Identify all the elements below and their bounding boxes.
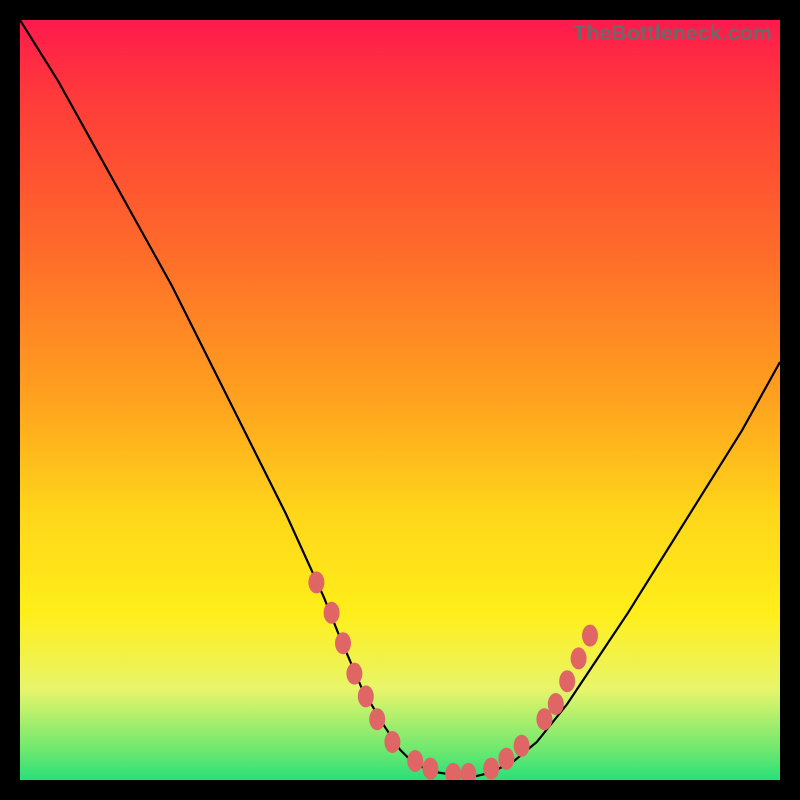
curve-marker	[559, 670, 575, 692]
curve-marker	[308, 571, 324, 593]
curve-marker	[548, 693, 564, 715]
curve-marker	[335, 632, 351, 654]
curve-marker	[571, 647, 587, 669]
curve-svg	[20, 20, 780, 780]
curve-marker	[369, 708, 385, 730]
curve-marker	[483, 758, 499, 780]
curve-marker	[422, 758, 438, 780]
curve-marker	[445, 763, 461, 780]
curve-marker	[358, 685, 374, 707]
plot-area: TheBottleneck.com	[20, 20, 780, 780]
curve-marker	[324, 602, 340, 624]
curve-marker	[498, 748, 514, 770]
curve-marker	[346, 663, 362, 685]
bottleneck-curve	[20, 20, 780, 776]
marker-group	[308, 571, 598, 780]
curve-marker	[407, 750, 423, 772]
curve-marker	[582, 625, 598, 647]
curve-marker	[460, 763, 476, 780]
curve-marker	[384, 731, 400, 753]
curve-marker	[514, 735, 530, 757]
chart-frame: TheBottleneck.com	[0, 0, 800, 800]
